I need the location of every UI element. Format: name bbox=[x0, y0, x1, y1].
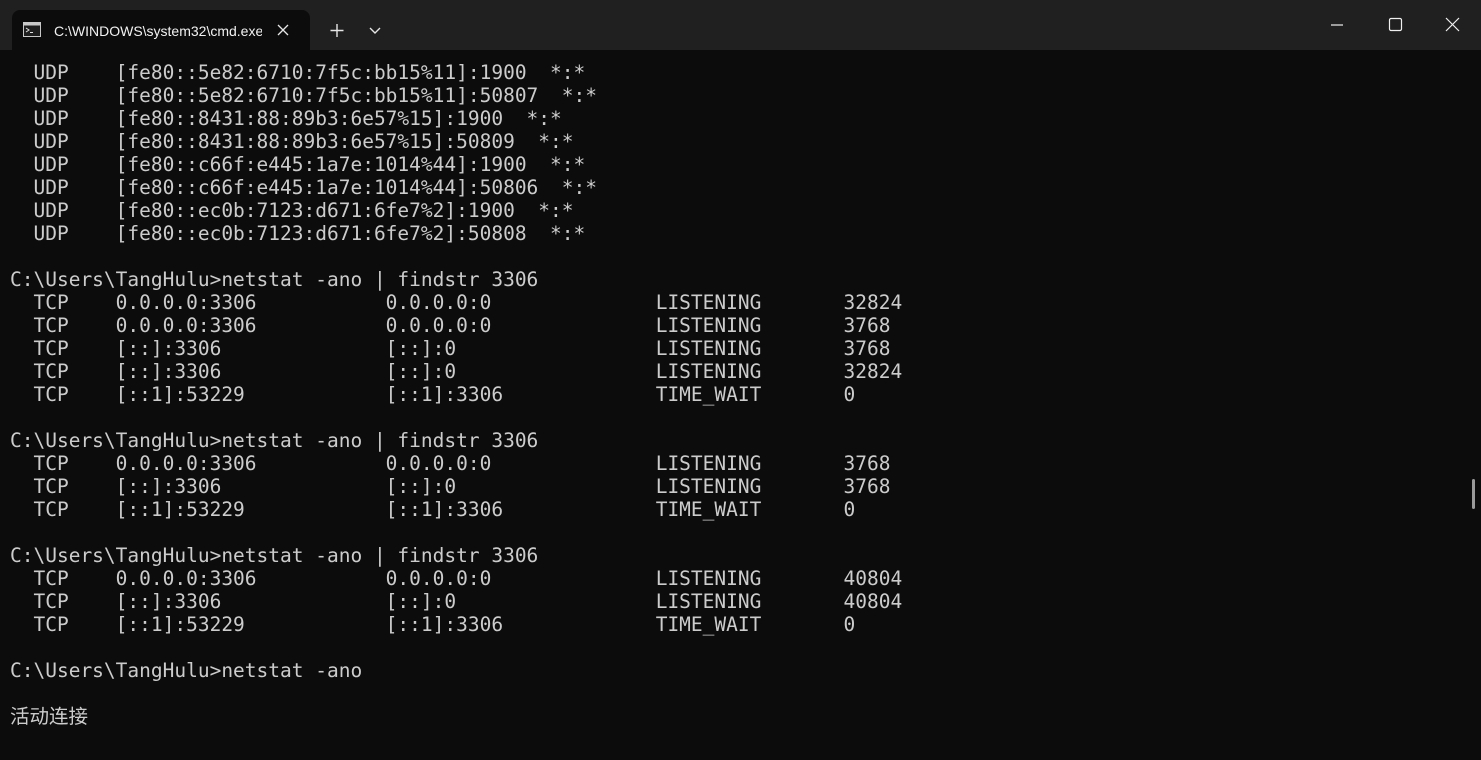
terminal-line: C:\Users\TangHulu>netstat -ano | findstr… bbox=[10, 268, 539, 291]
terminal-line: UDP [fe80::ec0b:7123:d671:6fe7%2]:1900 *… bbox=[10, 199, 574, 222]
terminal-line: C:\Users\TangHulu>netstat -ano bbox=[10, 659, 363, 682]
terminal-line: UDP [fe80::8431:88:89b3:6e57%15]:1900 *:… bbox=[10, 107, 562, 130]
terminal-window: C:\WINDOWS\system32\cmd.exe UDP [fe80::5… bbox=[0, 0, 1481, 760]
close-icon[interactable] bbox=[1424, 0, 1481, 50]
terminal-line: TCP 0.0.0.0:3306 0.0.0.0:0 LISTENING 328… bbox=[10, 291, 903, 314]
terminal-line: TCP [::1]:53229 [::1]:3306 TIME_WAIT 0 bbox=[10, 613, 856, 636]
terminal-line: TCP [::1]:53229 [::1]:3306 TIME_WAIT 0 bbox=[10, 383, 856, 406]
tab-cmd[interactable]: C:\WINDOWS\system32\cmd.exe bbox=[12, 10, 310, 50]
terminal-line: UDP [fe80::c66f:e445:1a7e:1014%44]:50806… bbox=[10, 176, 597, 199]
close-icon[interactable] bbox=[274, 21, 292, 39]
terminal-line: TCP 0.0.0.0:3306 0.0.0.0:0 LISTENING 408… bbox=[10, 567, 903, 590]
terminal-line: UDP [fe80::ec0b:7123:d671:6fe7%2]:50808 … bbox=[10, 222, 586, 245]
terminal-line: 活动连接 bbox=[10, 705, 89, 728]
terminal-line: UDP [fe80::5e82:6710:7f5c:bb15%11]:50807… bbox=[10, 84, 597, 107]
terminal-output[interactable]: UDP [fe80::5e82:6710:7f5c:bb15%11]:1900 … bbox=[10, 61, 1460, 751]
terminal-line: TCP [::]:3306 [::]:0 LISTENING 32824 bbox=[10, 360, 903, 383]
scrollbar-thumb[interactable] bbox=[1472, 479, 1475, 509]
terminal-line: TCP 0.0.0.0:3306 0.0.0.0:0 LISTENING 376… bbox=[10, 452, 891, 475]
terminal-line: UDP [fe80::8431:88:89b3:6e57%15]:50809 *… bbox=[10, 130, 574, 153]
title-bar[interactable]: C:\WINDOWS\system32\cmd.exe bbox=[0, 0, 1481, 50]
plus-icon[interactable] bbox=[321, 16, 353, 44]
terminal-line: TCP 0.0.0.0:3306 0.0.0.0:0 LISTENING 376… bbox=[10, 314, 891, 337]
terminal-line: TCP [::]:3306 [::]:0 LISTENING 3768 bbox=[10, 475, 891, 498]
chevron-down-icon[interactable] bbox=[361, 16, 389, 44]
maximize-icon[interactable] bbox=[1366, 0, 1424, 50]
terminal-line: TCP [::]:3306 [::]:0 LISTENING 3768 bbox=[10, 337, 891, 360]
terminal-line: UDP [fe80::5e82:6710:7f5c:bb15%11]:1900 … bbox=[10, 61, 586, 84]
minimize-icon[interactable] bbox=[1308, 0, 1366, 50]
terminal-line: TCP [::1]:53229 [::1]:3306 TIME_WAIT 0 bbox=[10, 498, 856, 521]
terminal-line: TCP [::]:3306 [::]:0 LISTENING 40804 bbox=[10, 590, 903, 613]
terminal-line: C:\Users\TangHulu>netstat -ano | findstr… bbox=[10, 429, 539, 452]
tab-title: C:\WINDOWS\system32\cmd.exe bbox=[54, 23, 262, 39]
cmd-icon bbox=[23, 22, 41, 37]
terminal-line: C:\Users\TangHulu>netstat -ano | findstr… bbox=[10, 544, 539, 567]
terminal-line: UDP [fe80::c66f:e445:1a7e:1014%44]:1900 … bbox=[10, 153, 586, 176]
